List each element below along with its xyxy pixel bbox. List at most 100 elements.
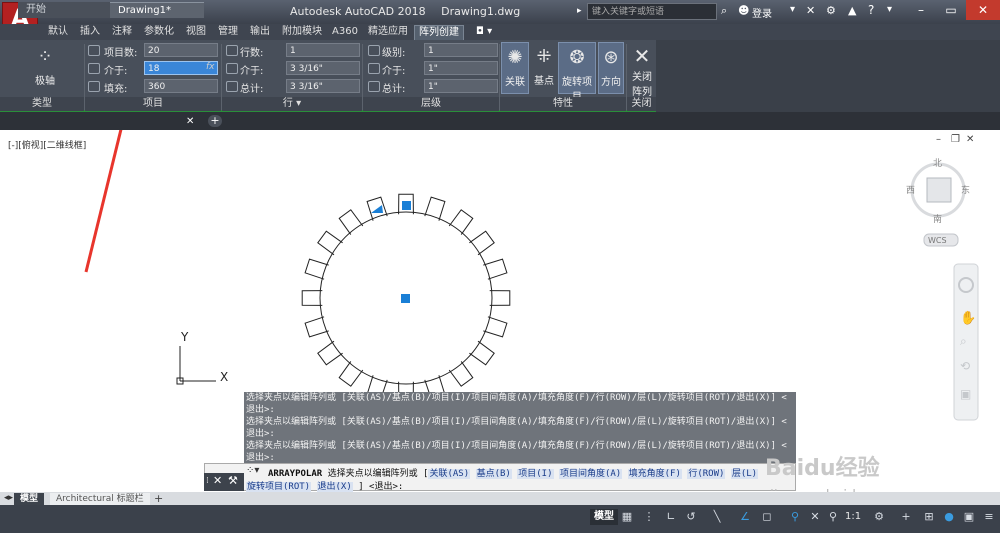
maximize-button[interactable]: ▭ — [936, 0, 966, 20]
user-icon[interactable]: ☻ — [738, 4, 749, 17]
tab-insert[interactable]: 插入 — [76, 25, 104, 39]
auto-scale-icon[interactable]: ✕ — [806, 509, 824, 525]
option-base-point[interactable]: 基点(B) — [475, 469, 512, 479]
option-fill-angle[interactable]: 填充角度(F) — [627, 469, 682, 479]
close-tab-icon[interactable]: ✕ — [186, 116, 194, 127]
tab-start[interactable]: 开始 — [18, 2, 110, 18]
object-snap-icon[interactable]: ◻ — [758, 509, 776, 525]
tab-home[interactable]: 默认 — [44, 25, 72, 39]
item-count-field[interactable]: 20 — [144, 43, 218, 57]
array-item[interactable] — [338, 209, 364, 235]
polar-type-button[interactable]: ⁘ 极轴 — [20, 42, 70, 94]
binoculars-icon[interactable]: ⌕ — [721, 4, 727, 18]
tab-a360[interactable]: A360 — [328, 25, 362, 39]
rows-panel-label[interactable]: 行 ▾ — [222, 97, 362, 111]
viewcube-north[interactable]: 北 — [933, 158, 942, 169]
layout-nav-icon[interactable]: ◂▸ — [4, 493, 13, 503]
option-rotate-items[interactable]: 旋转项目(ROT) — [246, 482, 312, 492]
viewcube-west[interactable]: 西 — [906, 185, 915, 196]
close-window-button[interactable]: ✕ — [966, 0, 1000, 20]
annotation-visibility-icon[interactable]: ⚲ — [786, 509, 804, 525]
array-item[interactable] — [448, 361, 474, 387]
login-dropdown-icon[interactable]: ▾ — [790, 4, 795, 15]
isolate-objects-icon[interactable]: ● — [940, 509, 958, 525]
new-layout-button[interactable]: + — [154, 492, 163, 505]
base-point-button[interactable]: ⁜ 基点 — [531, 42, 557, 94]
array-item[interactable] — [317, 340, 343, 366]
rotate-items-button[interactable]: ❂ 旋转项目 — [558, 42, 596, 103]
angle-grip[interactable] — [371, 205, 383, 213]
rows-field[interactable]: 1 — [286, 43, 360, 57]
help-dropdown-icon[interactable]: ▾ — [887, 4, 892, 15]
search-input[interactable]: 键入关键字或短语 — [587, 3, 717, 20]
item-grip[interactable] — [402, 201, 411, 210]
fill-field[interactable]: 360 — [144, 79, 218, 93]
tab-array-creation[interactable]: 阵列创建 — [414, 25, 464, 40]
annotation-scale-icon[interactable]: ⚲ — [824, 509, 842, 525]
object-snap-tracking-icon[interactable]: ∠ — [736, 509, 754, 525]
exchange-icon[interactable]: ✕ — [806, 4, 815, 17]
ribbon-minimize-icon[interactable]: ◘ ▾ — [472, 25, 496, 39]
annotation-monitor-icon[interactable]: + — [897, 509, 915, 525]
tab-model[interactable]: 模型 — [14, 493, 45, 505]
array-item[interactable] — [469, 230, 495, 256]
ortho-icon[interactable]: ∟ — [662, 509, 680, 525]
tab-output[interactable]: 输出 — [246, 25, 274, 39]
array-item[interactable] — [301, 290, 323, 306]
level-between-field[interactable]: 1" — [424, 61, 498, 75]
center-grip[interactable] — [401, 294, 410, 303]
option-associative[interactable]: 关联(AS) — [428, 469, 471, 479]
option-exit[interactable]: 退出(X) — [316, 482, 353, 492]
customize-command-icon[interactable]: ⚒ — [228, 474, 238, 487]
tab-featured-apps[interactable]: 精选应用 — [364, 25, 412, 39]
fx-icon[interactable]: fx — [206, 62, 215, 72]
zoom-icon[interactable]: ⌕ — [960, 334, 967, 348]
tab-parametric[interactable]: 参数化 — [140, 25, 178, 39]
new-tab-button[interactable]: + — [208, 115, 222, 127]
direction-button[interactable]: ⊛ 方向 — [598, 42, 624, 94]
login-button[interactable]: 登录 — [752, 5, 772, 20]
viewcube-face[interactable] — [926, 177, 952, 203]
row-between-field[interactable]: 3 3/16" — [286, 61, 360, 75]
search-expand-icon[interactable]: ▸ — [577, 6, 582, 16]
array-item[interactable] — [448, 209, 474, 235]
minimize-button[interactable]: – — [906, 0, 936, 20]
snap-icon[interactable]: ⋮ — [640, 509, 658, 525]
grid-icon[interactable]: ▦ — [618, 509, 636, 525]
polar-tracking-icon[interactable]: ↺ — [682, 509, 700, 525]
annotation-scale-value[interactable]: 1:1 — [845, 509, 861, 525]
workspace-gear-icon[interactable]: ⚙ — [870, 509, 888, 525]
customize-status-icon[interactable]: ≡ — [980, 509, 998, 525]
close-array-button[interactable]: ✕ 关闭 阵列 — [628, 44, 656, 98]
tab-drawing1[interactable]: Drawing1* — [110, 2, 204, 18]
option-angle-between[interactable]: 项目间角度(A) — [558, 469, 623, 479]
tab-view[interactable]: 视图 — [182, 25, 210, 39]
close-command-line-icon[interactable]: ✕ — [213, 474, 222, 487]
showmotion-icon[interactable]: ▣ — [960, 387, 971, 401]
tab-annotate[interactable]: 注释 — [108, 25, 136, 39]
isodraft-icon[interactable]: ╲ — [708, 509, 726, 525]
option-items[interactable]: 项目(I) — [517, 469, 554, 479]
option-levels[interactable]: 层(L) — [730, 469, 759, 479]
associative-button[interactable]: ✺ 关联 — [501, 42, 529, 94]
array-item[interactable] — [338, 361, 364, 387]
tab-layout-architectural[interactable]: Architectural 标题栏 — [50, 493, 150, 505]
row-total-field[interactable]: 3 3/16" — [286, 79, 360, 93]
option-rows[interactable]: 行(ROW) — [687, 469, 726, 479]
array-item[interactable] — [317, 230, 343, 256]
command-grip-icon[interactable]: ⁞ — [206, 476, 209, 486]
account-icon[interactable]: ▲ — [848, 4, 856, 17]
help-icon[interactable]: ? — [868, 3, 874, 17]
orbit-icon[interactable]: ⟲ — [960, 359, 970, 373]
pan-icon[interactable]: ✋ — [960, 310, 976, 326]
viewcube-east[interactable]: 东 — [961, 184, 970, 196]
model-space-button[interactable]: 模型 — [590, 509, 618, 525]
viewcube-south[interactable]: 南 — [933, 213, 942, 225]
units-icon[interactable]: ⊞ — [920, 509, 938, 525]
stay-connected-icon[interactable]: ⚙ — [826, 4, 836, 17]
array-item[interactable] — [469, 340, 495, 366]
levels-field[interactable]: 1 — [424, 43, 498, 57]
clean-screen-icon[interactable]: ▣ — [960, 509, 978, 525]
level-total-field[interactable]: 1" — [424, 79, 498, 93]
array-item[interactable] — [489, 290, 511, 306]
